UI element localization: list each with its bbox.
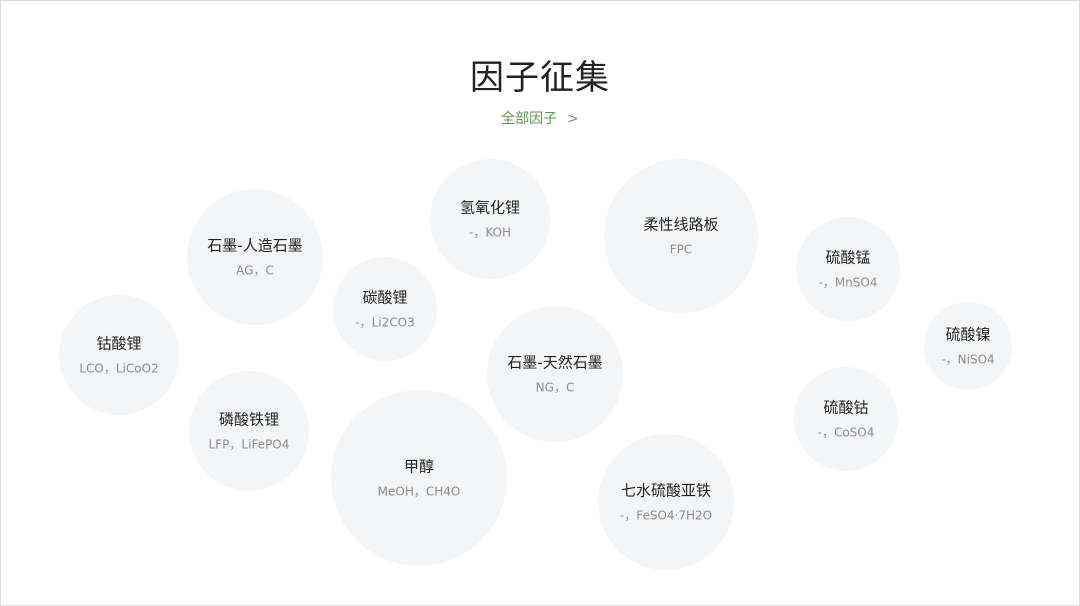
factor-code: AG，C xyxy=(236,263,274,278)
factor-bubble-graphite-artificial[interactable]: 石墨-人造石墨 AG，C xyxy=(187,189,323,325)
factor-name: 柔性线路板 xyxy=(643,215,719,234)
factor-name: 硫酸锰 xyxy=(825,248,871,267)
factor-bubble-lithium-iron-phosphate[interactable]: 磷酸铁锂 LFP，LiFePO4 xyxy=(189,371,309,491)
factor-bubble-lithium-carbonate[interactable]: 碳酸锂 -，Li2CO3 xyxy=(333,257,437,361)
factor-name: 氢氧化锂 xyxy=(459,198,520,217)
factor-bubble-graphite-natural[interactable]: 石墨-天然石墨 NG，C xyxy=(487,306,623,442)
chevron-right-icon: > xyxy=(567,111,579,127)
factor-bubble-cobalt-sulfate[interactable]: 硫酸钴 -，CoSO4 xyxy=(794,367,898,471)
factor-code: -，NiSO4 xyxy=(941,352,995,367)
factor-code: FPC xyxy=(669,242,693,257)
factor-bubble-fpc[interactable]: 柔性线路板 FPC xyxy=(604,159,758,313)
factor-bubble-lithium-hydroxide[interactable]: 氢氧化锂 -，KOH xyxy=(430,159,550,279)
factor-name: 石墨-人造石墨 xyxy=(207,236,303,255)
factor-bubble-lithium-cobalt-oxide[interactable]: 钴酸锂 LCO，LiCoO2 xyxy=(59,295,179,415)
factor-name: 硫酸镍 xyxy=(945,325,991,344)
factor-name: 七水硫酸亚铁 xyxy=(620,481,711,500)
all-factors-label: 全部因子 xyxy=(501,111,558,127)
factor-name: 甲醇 xyxy=(403,457,434,476)
factor-name: 石墨-天然石墨 xyxy=(507,353,603,372)
factor-code: -，KOH xyxy=(468,225,511,240)
factor-code: LCO，LiCoO2 xyxy=(79,361,159,376)
factor-code: LFP，LiFePO4 xyxy=(208,437,290,452)
factor-name: 硫酸钴 xyxy=(823,398,869,417)
factor-code: -，FeSO4·7H2O xyxy=(619,508,713,523)
factor-bubble-manganese-sulfate[interactable]: 硫酸锰 -，MnSO4 xyxy=(796,217,900,321)
factor-code: -，MnSO4 xyxy=(818,275,878,290)
factor-code: MeOH，CH4O xyxy=(377,484,461,499)
factor-name: 磷酸铁锂 xyxy=(218,410,279,429)
factor-code: NG，C xyxy=(535,380,575,395)
factor-name: 碳酸锂 xyxy=(362,288,408,307)
factor-bubble-methanol[interactable]: 甲醇 MeOH，CH4O xyxy=(331,390,507,566)
factor-bubble-ferrous-sulfate-heptahydrate[interactable]: 七水硫酸亚铁 -，FeSO4·7H2O xyxy=(598,434,734,570)
page-title: 因子征集 xyxy=(470,58,610,98)
factor-code: -，Li2CO3 xyxy=(355,315,415,330)
factor-bubble-nickel-sulfate[interactable]: 硫酸镍 -，NiSO4 xyxy=(924,302,1012,390)
all-factors-link[interactable]: 全部因子 > xyxy=(0,108,1080,128)
factor-name: 钴酸锂 xyxy=(96,334,142,353)
factor-code: -，CoSO4 xyxy=(817,425,875,440)
